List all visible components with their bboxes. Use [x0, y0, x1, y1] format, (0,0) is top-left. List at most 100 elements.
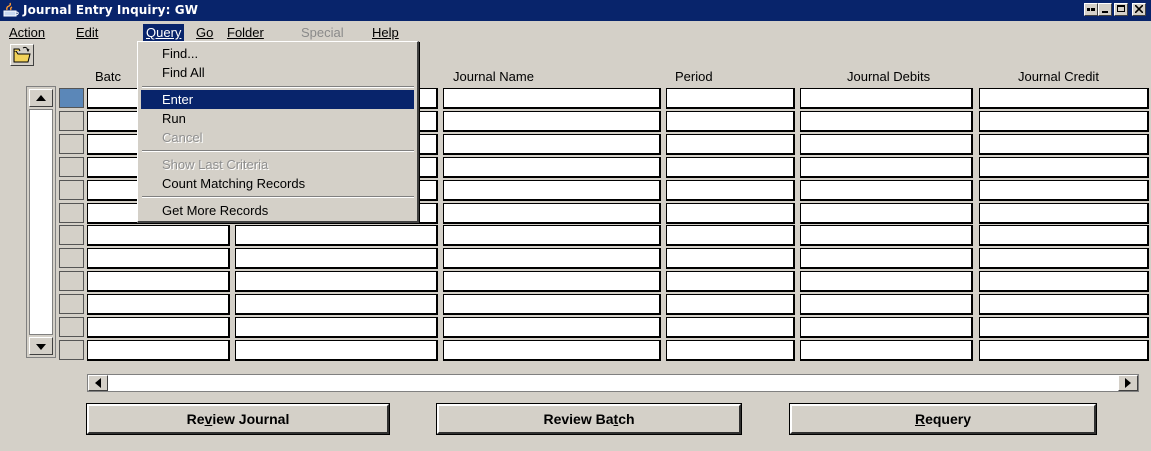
journal-credits-cell[interactable]: [979, 88, 1149, 109]
title-bar[interactable]: Journal Entry Inquiry: GW: [0, 0, 1151, 21]
journal-name-cell[interactable]: [443, 157, 661, 178]
review-journal-button[interactable]: Review Journal: [86, 403, 390, 435]
row-selector[interactable]: [59, 88, 84, 108]
journal-name-cell[interactable]: [443, 294, 661, 315]
batch-cell[interactable]: [87, 225, 230, 246]
minimize-button[interactable]: [1098, 3, 1112, 16]
period-cell[interactable]: [666, 225, 795, 246]
period-cell[interactable]: [666, 157, 795, 178]
scroll-left-button[interactable]: [88, 375, 108, 391]
maximize-button[interactable]: [1114, 3, 1128, 16]
row-selector[interactable]: [59, 180, 84, 200]
journal-credits-cell[interactable]: [979, 180, 1149, 201]
query-get-more-records-item[interactable]: Get More Records: [141, 201, 414, 220]
scroll-down-button[interactable]: [29, 337, 53, 355]
menu-special[interactable]: Special: [298, 24, 347, 41]
close-button[interactable]: [1132, 3, 1146, 16]
row-selector[interactable]: [59, 317, 84, 337]
journal-debits-cell[interactable]: [800, 340, 973, 361]
journal-debits-cell[interactable]: [800, 203, 973, 224]
journal-debits-cell[interactable]: [800, 134, 973, 155]
journal-cell[interactable]: [235, 225, 438, 246]
row-selector[interactable]: [59, 203, 84, 223]
journal-cell[interactable]: [235, 317, 438, 338]
window-menu-button[interactable]: [1084, 3, 1098, 16]
journal-debits-cell[interactable]: [800, 294, 973, 315]
journal-debits-cell[interactable]: [800, 248, 973, 269]
journal-debits-cell[interactable]: [800, 157, 973, 178]
batch-cell[interactable]: [87, 294, 230, 315]
period-cell[interactable]: [666, 271, 795, 292]
journal-credits-cell[interactable]: [979, 203, 1149, 224]
query-enter-item[interactable]: Enter: [141, 90, 414, 109]
row-selector[interactable]: [59, 294, 84, 314]
journal-credits-cell[interactable]: [979, 225, 1149, 246]
journal-debits-cell[interactable]: [800, 271, 973, 292]
period-cell[interactable]: [666, 248, 795, 269]
journal-debits-cell[interactable]: [800, 88, 973, 109]
period-cell[interactable]: [666, 134, 795, 155]
batch-cell[interactable]: [87, 340, 230, 361]
query-count-matching-records-item[interactable]: Count Matching Records: [141, 174, 414, 193]
journal-name-cell[interactable]: [443, 180, 661, 201]
journal-cell[interactable]: [235, 271, 438, 292]
requery-button[interactable]: Requery: [789, 403, 1097, 435]
journal-credits-cell[interactable]: [979, 248, 1149, 269]
journal-debits-cell[interactable]: [800, 225, 973, 246]
period-cell[interactable]: [666, 111, 795, 132]
journal-cell[interactable]: [235, 248, 438, 269]
scroll-up-button[interactable]: [29, 89, 53, 107]
row-selector[interactable]: [59, 157, 84, 177]
journal-credits-cell[interactable]: [979, 111, 1149, 132]
menu-edit[interactable]: Edit: [73, 24, 101, 41]
period-cell[interactable]: [666, 180, 795, 201]
open-button[interactable]: [10, 44, 34, 66]
journal-name-cell[interactable]: [443, 134, 661, 155]
journal-debits-cell[interactable]: [800, 180, 973, 201]
journal-cell[interactable]: [235, 340, 438, 361]
query-find-all-item[interactable]: Find All: [141, 63, 414, 82]
query-find-item[interactable]: Find...: [141, 44, 414, 63]
batch-cell[interactable]: [87, 271, 230, 292]
journal-name-cell[interactable]: [443, 248, 661, 269]
menu-query[interactable]: Query: [143, 24, 185, 41]
journal-credits-cell[interactable]: [979, 294, 1149, 315]
menu-go[interactable]: Go: [193, 24, 216, 41]
period-cell[interactable]: [666, 340, 795, 361]
scroll-right-button[interactable]: [1118, 375, 1138, 391]
row-selector[interactable]: [59, 248, 84, 268]
menu-action[interactable]: Action: [6, 24, 48, 41]
row-selector[interactable]: [59, 225, 84, 245]
period-cell[interactable]: [666, 88, 795, 109]
row-selector[interactable]: [59, 340, 84, 360]
journal-debits-cell[interactable]: [800, 317, 973, 338]
period-cell[interactable]: [666, 294, 795, 315]
vertical-scroll-track[interactable]: [29, 109, 53, 335]
journal-name-cell[interactable]: [443, 225, 661, 246]
batch-cell[interactable]: [87, 317, 230, 338]
journal-name-cell[interactable]: [443, 88, 661, 109]
menu-help[interactable]: Help: [369, 24, 402, 41]
horizontal-scrollbar[interactable]: [87, 374, 1139, 392]
journal-credits-cell[interactable]: [979, 317, 1149, 338]
row-selector[interactable]: [59, 111, 84, 131]
journal-name-cell[interactable]: [443, 317, 661, 338]
query-run-item[interactable]: Run: [141, 109, 414, 128]
period-cell[interactable]: [666, 317, 795, 338]
journal-credits-cell[interactable]: [979, 134, 1149, 155]
journal-name-cell[interactable]: [443, 203, 661, 224]
journal-cell[interactable]: [235, 294, 438, 315]
journal-credits-cell[interactable]: [979, 157, 1149, 178]
menu-folder[interactable]: Folder: [224, 24, 267, 41]
row-selector[interactable]: [59, 134, 84, 154]
journal-name-cell[interactable]: [443, 111, 661, 132]
period-cell[interactable]: [666, 203, 795, 224]
journal-name-cell[interactable]: [443, 340, 661, 361]
vertical-scrollbar[interactable]: [26, 86, 56, 358]
journal-credits-cell[interactable]: [979, 271, 1149, 292]
journal-debits-cell[interactable]: [800, 111, 973, 132]
journal-name-cell[interactable]: [443, 271, 661, 292]
journal-credits-cell[interactable]: [979, 340, 1149, 361]
review-batch-button[interactable]: Review Batch: [436, 403, 742, 435]
batch-cell[interactable]: [87, 248, 230, 269]
